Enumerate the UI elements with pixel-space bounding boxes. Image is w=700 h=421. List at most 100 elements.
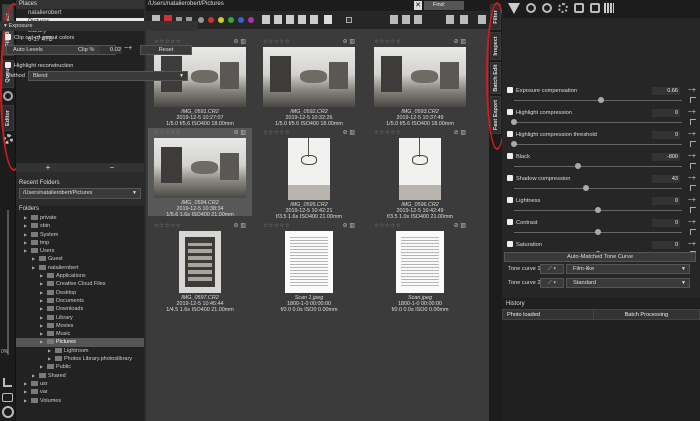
slider-stepper[interactable]: −+ [688, 109, 696, 116]
slider-stepper[interactable]: −+ [688, 131, 696, 138]
slider-reset-icon[interactable] [690, 185, 696, 191]
slider-stepper[interactable]: −+ [688, 153, 696, 160]
history-column-header[interactable]: Batch Processing [592, 309, 700, 320]
slider-stepper[interactable]: −+ [688, 175, 696, 182]
star-rating[interactable]: ☆☆☆☆☆ [263, 223, 290, 229]
trash-icon[interactable]: ▥ [240, 223, 246, 229]
slider-reset-icon[interactable] [690, 229, 696, 235]
folder-tree-item[interactable]: ▶ Volumes [16, 397, 144, 405]
expander-icon[interactable]: ▶ [24, 214, 31, 222]
color-blue-icon[interactable] [238, 17, 244, 23]
expander-icon[interactable]: ▶ [40, 314, 47, 322]
close-icon[interactable]: ✕ [414, 1, 422, 10]
slider-reset-icon[interactable] [690, 141, 696, 147]
path-field[interactable]: /Users/natalierobert/Pictures [148, 1, 224, 7]
expander-icon[interactable]: ▶ [40, 297, 47, 305]
delete-filter-icon[interactable] [310, 15, 318, 24]
rotate-left-icon[interactable] [390, 15, 398, 24]
exposure-section-header[interactable]: ▾ Exposure [0, 21, 198, 31]
metadata-tab-icon[interactable] [604, 3, 614, 13]
trash-icon[interactable]: ▥ [460, 130, 466, 136]
color-green-icon[interactable] [228, 17, 234, 23]
expander-icon[interactable]: ▶ [48, 355, 55, 363]
expander-icon[interactable]: ▶ [40, 322, 47, 330]
thumbnail[interactable]: ☆☆☆☆☆ ⊘ ▥ IMG_0596.CR2 2019-12-5 10:42:49 f/… [368, 128, 472, 220]
bullseye-icon[interactable] [2, 393, 13, 402]
color-label-icon[interactable] [198, 17, 204, 23]
expander-icon[interactable]: ▶ [24, 231, 31, 239]
trash-icon[interactable]: ▥ [349, 223, 355, 229]
slider-knob[interactable] [595, 229, 601, 235]
star-rating[interactable]: ☆☆☆☆☆ [374, 130, 401, 136]
crop-icon[interactable] [346, 17, 352, 23]
expander-icon[interactable]: ▶ [40, 338, 47, 346]
slider-reset-icon[interactable] [690, 163, 696, 169]
folder-tree-item[interactable]: ▶ Users [16, 247, 144, 255]
star-rating[interactable]: ☆☆☆☆☆ [154, 130, 181, 136]
slider-reset-icon[interactable] [690, 207, 696, 213]
slider-value-input[interactable]: 0 [652, 219, 680, 227]
expander-icon[interactable]: ▶ [24, 380, 31, 388]
slider-reset-icon[interactable] [690, 119, 696, 125]
recent-icon[interactable] [274, 15, 282, 24]
slider-stepper[interactable]: −+ [688, 197, 696, 204]
slider-enable-checkbox[interactable] [507, 109, 513, 115]
trash-icon[interactable]: ▥ [240, 130, 246, 136]
slider-value-input[interactable]: -800 [652, 153, 680, 161]
expander-icon[interactable]: ▶ [24, 239, 31, 247]
thumbnail[interactable]: ☆☆☆☆☆ ⊘ ▥ IMG_0593.CR2 2019-12-5 10:37:49 1/… [368, 37, 472, 127]
slider-value-input[interactable]: 0 [652, 241, 680, 249]
folder-tree-item[interactable]: ▶ Photos Library.photoslibrary [16, 355, 144, 363]
detail-tab-icon[interactable] [526, 3, 536, 13]
curve-type-2-select[interactable]: ⟋ ▾ [540, 278, 564, 288]
slider-enable-checkbox[interactable] [507, 153, 513, 159]
slider-value-input[interactable]: 0 [652, 197, 680, 205]
slider-enable-checkbox[interactable] [507, 219, 513, 225]
folder-tree-item[interactable]: ▶ private [16, 214, 144, 222]
method-select[interactable]: Blend ▼ [28, 71, 188, 81]
flip-vertical-icon[interactable] [460, 15, 468, 24]
add-place-button[interactable]: + [16, 163, 80, 172]
not-edited-icon[interactable] [286, 15, 294, 24]
folder-tree-item[interactable]: ▶ var [16, 388, 144, 396]
folder-tree-item[interactable]: ▶ tmp [16, 239, 144, 247]
folder-tree-item[interactable]: ▶ Lightroom [16, 347, 144, 355]
thumbnail[interactable]: ☆☆☆☆☆ ⊘ ▥ IMG_0597.CR2 2019-12-5 10:45:44 1/… [148, 221, 252, 313]
folder-tree-item[interactable]: ▶ Downloads [16, 305, 144, 313]
reject-icon[interactable]: ⊘ [343, 130, 348, 136]
slider-enable-checkbox[interactable] [507, 197, 513, 203]
folder-tree-item[interactable]: ▶ Guest [16, 255, 144, 263]
color-purple-icon[interactable] [248, 17, 254, 23]
folder-tree-item[interactable]: ▶ Music [16, 330, 144, 338]
expander-icon[interactable]: ▶ [24, 247, 31, 255]
slider-stepper[interactable]: −+ [688, 219, 696, 226]
slider-stepper[interactable]: −+ [688, 241, 696, 248]
slider-track[interactable] [514, 163, 682, 169]
trash-icon[interactable]: ▥ [349, 130, 355, 136]
compass-icon[interactable] [2, 406, 14, 418]
clip-percent-input[interactable]: 0.02 [100, 46, 122, 54]
star-rating[interactable]: ☆☆☆☆☆ [263, 130, 290, 136]
zoom-slider[interactable] [2, 210, 14, 360]
expander-icon[interactable]: ▶ [24, 388, 31, 396]
expander-icon[interactable]: ▶ [32, 264, 39, 272]
color-yellow-icon[interactable] [218, 17, 224, 23]
slider-track[interactable] [514, 185, 682, 191]
raw-tab-icon[interactable] [590, 3, 600, 13]
color-red-icon[interactable] [208, 17, 214, 23]
slider-enable-checkbox[interactable] [507, 131, 513, 137]
reject-icon[interactable]: ⊘ [454, 223, 459, 229]
folder-tree-item[interactable]: ▶ Shared [16, 372, 144, 380]
expander-icon[interactable]: ▶ [40, 363, 47, 371]
pencil-icon[interactable] [3, 378, 12, 387]
history-column-header[interactable]: Photo loaded [502, 309, 594, 320]
tone-curve-1-select[interactable]: Film-like ▼ [566, 264, 690, 274]
folder-tree-item[interactable]: ▶ natalierobert [16, 264, 144, 272]
slider-enable-checkbox[interactable] [507, 87, 513, 93]
slider-track[interactable] [514, 229, 682, 235]
flip-horizontal-icon[interactable] [446, 15, 454, 24]
folder-tree-item[interactable]: ▶ Public [16, 363, 144, 371]
color-tab-icon[interactable] [542, 3, 552, 13]
thumbnail[interactable]: ☆☆☆☆☆ ⊘ ▥ Scan 1.jpeg 1800-1-0 00:00:00 f/0.… [257, 221, 361, 313]
slider-value-input[interactable]: 0 [652, 131, 680, 139]
